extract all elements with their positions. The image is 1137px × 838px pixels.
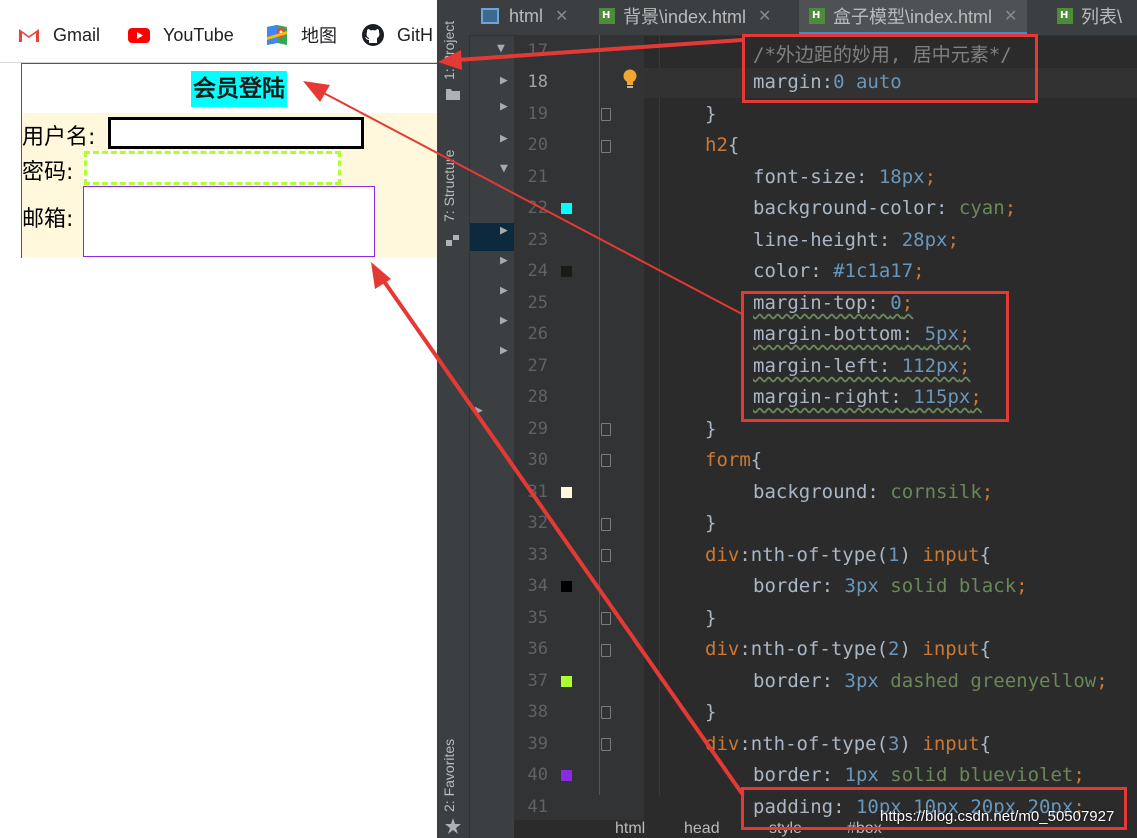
- gmail-icon: [17, 23, 41, 47]
- username-label: 用户名:: [22, 125, 96, 150]
- email-input[interactable]: [83, 186, 375, 257]
- code-line-33: div:nth-of-type(1) input{: [705, 544, 992, 566]
- youtube-icon: [127, 23, 151, 47]
- code-line-20: h2{: [705, 134, 740, 156]
- breadcrumb-item[interactable]: head: [684, 820, 720, 838]
- code-line-31: background: cornsilk;: [753, 481, 994, 503]
- password-label: 密码:: [22, 160, 74, 185]
- code-line-39: div:nth-of-type(3) input{: [705, 733, 992, 755]
- annotation-box-h2-margins: [741, 291, 1009, 422]
- code-line-35: }: [705, 607, 717, 629]
- page-title: 会员登陆: [191, 71, 287, 107]
- bookmark-label: Gmail: [53, 24, 101, 45]
- code-line-24: color: #1c1a17;: [753, 260, 925, 282]
- bookmark-label: YouTube: [163, 24, 234, 45]
- github-icon: [361, 23, 385, 47]
- code-line-23: line-height: 28px;: [753, 229, 959, 251]
- username-input[interactable]: [108, 117, 364, 149]
- bookmarks-bar: Gmail YouTube 地图 GitH: [0, 0, 437, 62]
- maps-icon: [265, 23, 289, 47]
- code-line-29: }: [705, 418, 717, 440]
- bookmark-github[interactable]: GitH: [361, 18, 433, 52]
- watermark: https://blog.csdn.net/m0_50507927: [880, 808, 1115, 825]
- code-line-36: div:nth-of-type(2) input{: [705, 638, 992, 660]
- code-line-22: background-color: cyan;: [753, 197, 1017, 219]
- bookmark-gmail[interactable]: Gmail: [17, 18, 100, 52]
- code-line-34: border: 3px solid black;: [753, 575, 1028, 597]
- bookmark-label: 地图: [301, 26, 337, 46]
- code-line-32: }: [705, 512, 717, 534]
- annotation-box-margin-auto: [742, 34, 1038, 103]
- password-input[interactable]: [84, 151, 341, 185]
- bookmark-label: GitH: [397, 24, 433, 45]
- code-line-38: }: [705, 701, 717, 723]
- code-line-37: border: 3px dashed greenyellow;: [753, 670, 1108, 692]
- browser-window: Gmail YouTube 地图 GitH 会员登陆 用户名: 密码: 邮箱:: [0, 0, 437, 838]
- bookmark-maps[interactable]: 地图: [265, 18, 337, 52]
- code-line-40: border: 1px solid blueviolet;: [753, 764, 1085, 786]
- login-form: 用户名: 密码: 邮箱:: [22, 113, 437, 258]
- code-line-21: font-size: 18px;: [753, 166, 937, 188]
- code-line-30: form{: [705, 449, 763, 471]
- email-label: 邮箱:: [22, 207, 74, 232]
- breadcrumb-item[interactable]: html: [615, 820, 645, 838]
- bookmark-youtube[interactable]: YouTube: [127, 18, 234, 52]
- box-container: 会员登陆 用户名: 密码: 邮箱:: [21, 63, 437, 258]
- code-line-19: }: [705, 103, 717, 125]
